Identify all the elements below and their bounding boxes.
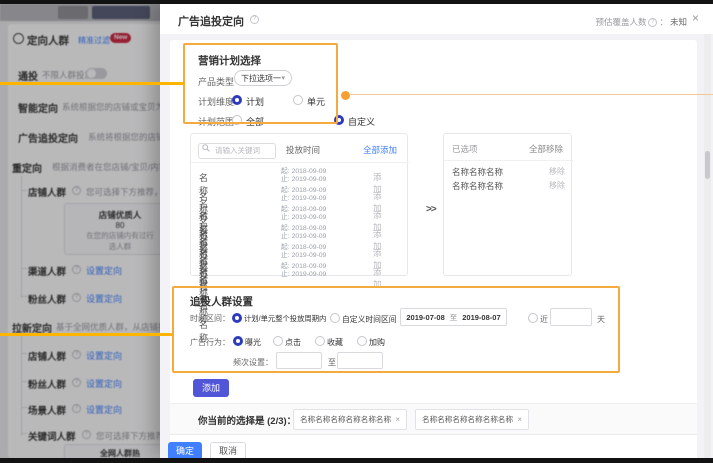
annotation-line-left-bottom <box>0 333 174 336</box>
tag-close-icon[interactable]: × <box>517 415 522 424</box>
annotation-box-audience-setting <box>172 286 620 373</box>
help-icon[interactable]: ? <box>250 15 259 24</box>
transfer-arrows-icon[interactable]: >> <box>426 204 436 215</box>
row-start: 起: 2018-09-09 <box>281 206 326 214</box>
close-icon[interactable]: × <box>692 12 699 24</box>
search-box <box>198 140 276 156</box>
plan-selected-list: 已选项 全部移除 名称名称名称 移除 名称名称名称 移除 <box>443 133 572 276</box>
annotation-line-left-top <box>0 82 184 85</box>
top-bar <box>0 0 713 4</box>
row-start: 起: 2018-09-09 <box>281 244 326 252</box>
coverage-estimate: 预估覆盖人数 ? ： 未知 <box>595 16 687 28</box>
confirm-button-wrap: 确定 <box>168 441 202 459</box>
coverage-label: 预估覆盖人数 <box>595 16 646 28</box>
modal-footer: 确定 取消 <box>170 434 697 458</box>
cancel-button-wrap: 取消 <box>210 441 246 459</box>
add-all-link[interactable]: 全部添加 <box>363 144 397 156</box>
tag-close-icon[interactable]: × <box>395 415 400 424</box>
tag-text: 名称名称名称名称名称名称 <box>422 414 513 425</box>
selection-tag: 名称名称名称名称名称名称 × <box>293 409 407 430</box>
search-icon <box>202 144 210 152</box>
confirm-button[interactable]: 确定 <box>168 442 202 460</box>
selection-label: 你当前的选择是 (2/3)： <box>198 413 296 427</box>
row-remove-link[interactable]: 移除 <box>549 180 565 192</box>
selected-title: 已选项 <box>452 143 478 155</box>
row-end: 止: 2019-09-09 <box>281 233 326 241</box>
radio-custom-label[interactable]: 自定义 <box>348 115 375 128</box>
row-start: 起: 2018-09-09 <box>281 263 326 271</box>
modal-title: 广告追投定向 <box>178 13 244 29</box>
annotation-box-plan-select <box>183 43 338 124</box>
row-name: 名称名称名称 <box>452 166 503 178</box>
row-end: 止: 2019-09-09 <box>281 271 326 279</box>
row-end: 止: 2019-09-09 <box>281 176 326 184</box>
divider <box>444 160 573 161</box>
row-name: 名称名称名称 <box>452 180 503 192</box>
divider <box>191 162 409 163</box>
add-button[interactable]: 添加 <box>193 379 229 397</box>
scrollbar-track[interactable] <box>704 34 711 458</box>
scrollbar-thumb[interactable] <box>705 151 710 179</box>
annotation-dot <box>341 91 350 100</box>
cancel-button[interactable]: 取消 <box>210 442 246 460</box>
annotation-line-right <box>349 94 713 95</box>
help-icon[interactable]: ? <box>648 18 657 27</box>
coverage-sep: ： <box>659 16 668 28</box>
plan-source-list: 投放时间 全部添加 名称名称名称 起: 2018-09-09 止: 2019-0… <box>190 133 408 276</box>
bottom-bar <box>0 458 713 463</box>
row-start: 起: 2018-09-09 <box>281 225 326 233</box>
tag-text: 名称名称名称名称名称名称 <box>300 414 391 425</box>
selected-row: 名称名称名称 移除 <box>452 180 565 192</box>
add-button-wrap: 添加 <box>193 378 229 396</box>
selected-row: 名称名称名称 移除 <box>452 166 565 178</box>
row-start: 起: 2018-09-09 <box>281 168 326 176</box>
row-end: 止: 2019-09-09 <box>281 252 326 260</box>
remove-all-link[interactable]: 全部移除 <box>529 143 563 155</box>
row-end: 止: 2019-09-09 <box>281 195 326 203</box>
column-time: 投放时间 <box>286 144 320 156</box>
screen: 定向人群 精准过滤 New 通投 不限人群投放 智能定向 系统根据您的店铺或宝贝… <box>0 0 713 463</box>
selection-strip: 你当前的选择是 (2/3)： 名称名称名称名称名称名称 × 名称名称名称名称名称… <box>170 403 697 434</box>
coverage-value: 未知 <box>670 16 687 28</box>
row-start: 起: 2018-09-09 <box>281 187 326 195</box>
row-end: 止: 2019-09-09 <box>281 214 326 222</box>
row-remove-link[interactable]: 移除 <box>549 166 565 178</box>
selection-tag: 名称名称名称名称名称名称 × <box>415 409 529 430</box>
